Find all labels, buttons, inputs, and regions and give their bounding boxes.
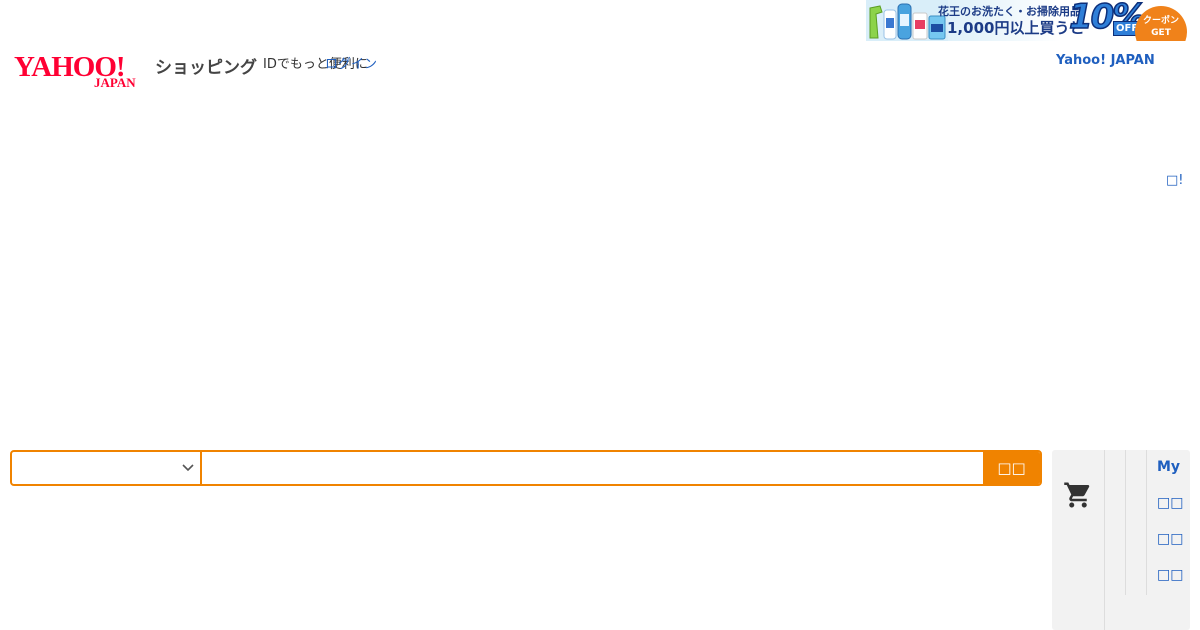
search-button[interactable]: □□ [983,452,1040,484]
panel-divider [1104,450,1105,630]
panel-divider [1125,450,1126,595]
yahoo-japan-top-link[interactable]: Yahoo! JAPAN [1056,53,1155,68]
page: 花王のお洗たく・お掃除用品 1,000円以上買うと 10% OFF クーポン G… [0,0,1200,630]
utility-link[interactable]: □□ [1157,567,1183,583]
utility-panel: My □□ □□ □□ [1052,450,1190,630]
search-bar: □□ [10,450,1042,486]
promo-banner[interactable]: 花王のお洗たく・お掃除用品 1,000円以上買うと 10% OFF クーポン G… [866,0,1190,41]
cart-icon [1064,482,1090,508]
panel-divider [1146,450,1147,595]
service-name: ショッピング [155,58,257,78]
category-select[interactable] [12,452,202,484]
coupon-label: クーポン [1142,16,1179,26]
chevron-down-icon [182,464,194,472]
utility-link[interactable]: □□ [1157,531,1183,547]
coupon-get-label: GET [1151,28,1171,38]
search-input[interactable] [202,452,983,484]
my-page-link[interactable]: My [1157,459,1180,475]
header-small-link[interactable]: □! [1166,173,1184,188]
cart-button[interactable] [1052,480,1104,530]
logo-subtext: JAPAN [94,75,136,90]
login-link[interactable]: ログイン [325,53,377,72]
promo-condition: 1,000円以上買うと [947,19,1085,37]
product-bottles-icon [866,0,948,41]
utility-link[interactable]: □□ [1157,495,1183,511]
yahoo-japan-logo[interactable]: YAHOO! JAPAN [14,50,154,90]
